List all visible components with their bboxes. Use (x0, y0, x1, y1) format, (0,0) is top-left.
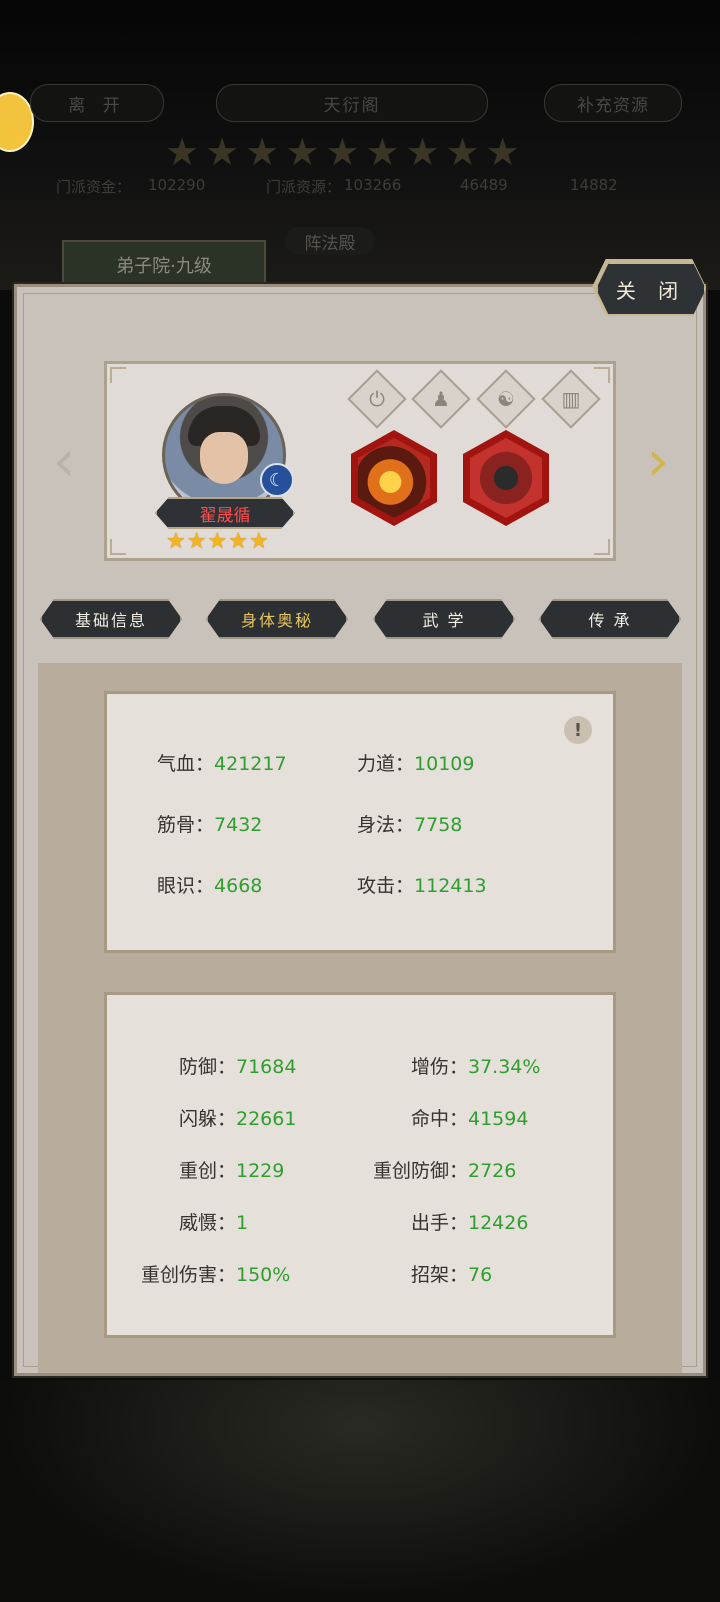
resource-bar: 门派资金： 102290 门派资源： 103266 46489 14882 (0, 176, 720, 202)
star-icon: ★ (186, 529, 207, 554)
funds-label: 门派资金： (56, 178, 132, 196)
tab-basic-info[interactable]: 基础信息 (40, 599, 182, 639)
stat-critical-damage: 重创伤害：150% (140, 1264, 291, 1286)
background-bottom (0, 1380, 720, 1602)
funds-value: 102290 (148, 176, 206, 194)
supplement-button[interactable]: 补充资源 (544, 84, 682, 122)
prev-hero-arrow-icon[interactable]: ‹ (44, 434, 84, 490)
stat-perception: 眼识：4668 (157, 875, 263, 897)
hero-stars: ★ ★ ★ ★ ★ (166, 530, 286, 554)
pet-item-icon (470, 438, 542, 518)
info-icon[interactable]: ! (564, 716, 592, 744)
background-stars: ★ ★ ★ ★ ★ ★ ★ ★ ★ (165, 130, 520, 174)
resource-label: 门派资源： (266, 178, 342, 196)
resource4-value: 14882 (570, 176, 618, 194)
star-icon: ★ (248, 529, 269, 554)
hero-nameplate: 翟晟循 (155, 497, 295, 529)
resource-value: 103266 (344, 176, 402, 194)
tab-inheritance[interactable]: 传 承 (539, 599, 681, 639)
next-hero-arrow-icon[interactable]: › (638, 434, 678, 490)
star-icon: ★ (166, 529, 186, 554)
building-chip[interactable]: 弟子院·九级 (62, 240, 266, 290)
star-icon: ★ (207, 529, 228, 554)
stat-hit: 命中：41594 (410, 1108, 529, 1130)
gauntlet-item-icon (358, 438, 430, 518)
hall-chip[interactable]: 阵法殿 (285, 227, 375, 255)
stat-hp: 气血：421217 (157, 753, 287, 775)
stat-deterrence: 威慑：1 (178, 1212, 249, 1234)
stat-critical-defense: 重创防御：2726 (372, 1160, 517, 1182)
stat-defense: 防御：71684 (178, 1056, 297, 1078)
stat-critical: 重创：1229 (178, 1160, 285, 1182)
tab-martial-arts[interactable]: 武 学 (373, 599, 515, 639)
resource3-value: 46489 (460, 176, 508, 194)
stat-agility: 身法：7758 (357, 814, 463, 836)
stat-attack: 攻击：112413 (357, 875, 487, 897)
leave-button[interactable]: 离 开 (30, 84, 164, 122)
stat-parry: 招架：76 (410, 1264, 493, 1286)
stat-damage-bonus: 增伤：37.34% (410, 1056, 541, 1078)
tab-body-secrets[interactable]: 身体奥秘 (206, 599, 348, 639)
close-button[interactable]: 关 闭 (596, 262, 706, 316)
stat-strength: 力道：10109 (357, 753, 475, 775)
stat-constitution: 筋骨：7432 (157, 814, 263, 836)
stat-initiative: 出手：12426 (410, 1212, 529, 1234)
stat-dodge: 闪躲：22661 (178, 1108, 297, 1130)
element-badge-icon: ☾ (260, 463, 294, 497)
location-title: 天衍阁 (216, 84, 488, 122)
star-icon: ★ (228, 529, 248, 554)
